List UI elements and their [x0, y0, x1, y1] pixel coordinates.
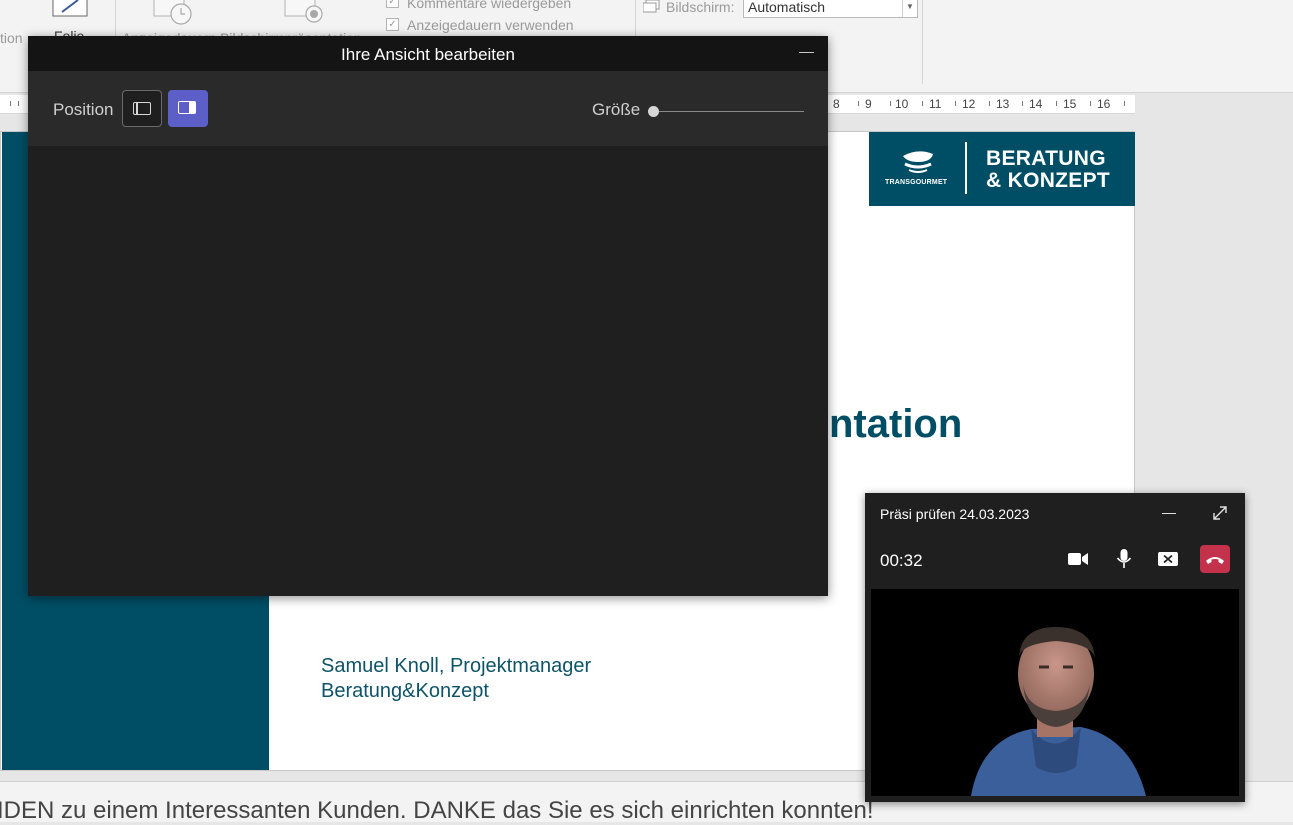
- ruler-tick: [1124, 101, 1125, 106]
- monitor-icon: [643, 0, 660, 13]
- expand-icon[interactable]: [1212, 505, 1228, 521]
- department-line: Beratung&Konzept: [321, 680, 489, 702]
- transgourmet-logo: TRANSGOURMET BERATUNG & KONZEPT: [869, 132, 1135, 206]
- ruler-label: 16: [1097, 97, 1111, 111]
- ruler-tick: [890, 101, 891, 106]
- stop-sharing-button[interactable]: [1153, 545, 1183, 573]
- ruler-label: 15: [1063, 97, 1077, 111]
- timings-checkbox[interactable]: ✓: [386, 18, 399, 31]
- participant-video-feed: [971, 627, 1146, 796]
- view-preview-area: [28, 146, 828, 596]
- size-slider-thumb[interactable]: [648, 106, 659, 117]
- screen-select-label: Bildschirm:: [666, 0, 735, 15]
- comments-checkbox-label: Kommentare wiedergeben: [407, 0, 572, 11]
- ruler-tick: [18, 101, 19, 106]
- dialog-titlebar[interactable]: Ihre Ansicht bearbeiten: [28, 36, 828, 71]
- chevron-down-icon[interactable]: ▼: [902, 0, 917, 17]
- position-left-button[interactable]: [122, 90, 162, 127]
- ruler-label: 12: [962, 97, 976, 111]
- ruler-label: 13: [996, 97, 1010, 111]
- ruler-label: 8: [833, 97, 840, 111]
- minimize-icon[interactable]: [1162, 513, 1176, 514]
- screen-select[interactable]: Automatisch ▼: [743, 0, 918, 18]
- minimize-icon[interactable]: [799, 52, 814, 53]
- camera-button[interactable]: [1063, 545, 1093, 573]
- ruler-tick: [989, 101, 990, 106]
- logo-brand-text: TRANSGOURMET: [885, 179, 948, 186]
- edit-view-dialog: Ihre Ansicht bearbeiten Position Größe: [28, 36, 828, 596]
- teams-call-window: Präsi prüfen 24.03.2023 00:32: [865, 493, 1245, 802]
- meeting-title: Präsi prüfen 24.03.2023: [880, 506, 1030, 522]
- dialog-title: Ihre Ansicht bearbeiten: [341, 45, 515, 64]
- rehearse-timings-icon[interactable]: [153, 0, 195, 26]
- layout-left-icon: [133, 102, 151, 115]
- ribbon-separator: [922, 0, 923, 84]
- layout-right-icon: [178, 101, 196, 114]
- layout-toolbar: Position Größe: [28, 71, 828, 146]
- presenter-line: Samuel Knoll, Projektmanager: [321, 655, 592, 677]
- call-timer: 00:32: [880, 551, 923, 570]
- size-label: Größe: [592, 100, 641, 119]
- ruler-tick: [1056, 101, 1057, 106]
- camera-icon: [1068, 553, 1088, 565]
- microphone-icon: [1116, 549, 1132, 568]
- slide-title: ntation: [829, 402, 963, 446]
- ruler-tick: [955, 101, 956, 106]
- slide-icon[interactable]: [52, 0, 88, 18]
- record-slideshow-icon[interactable]: [284, 0, 326, 26]
- position-right-button[interactable]: [168, 90, 208, 127]
- size-slider[interactable]: [648, 106, 804, 118]
- ruler-label: 14: [1029, 97, 1043, 111]
- stop-sharing-icon: [1158, 552, 1178, 566]
- logo-line1: BERATUNG: [986, 147, 1106, 170]
- ruler-label: 9: [865, 97, 872, 111]
- ruler-tick: [1090, 101, 1091, 106]
- ruler-label: 10: [895, 97, 909, 111]
- screen-select-value: Automatisch: [748, 0, 826, 15]
- ruler-label: 11: [929, 97, 942, 111]
- logo-line2: & KONZEPT: [986, 169, 1111, 192]
- participant-video: [871, 589, 1239, 796]
- ruler-tick: [10, 101, 11, 106]
- logo-divider: [965, 142, 967, 194]
- comments-checkbox[interactable]: ✓: [386, 0, 399, 8]
- ruler-tick: [1022, 101, 1023, 106]
- hang-up-button[interactable]: [1200, 545, 1230, 573]
- ruler-tick: [922, 101, 923, 106]
- position-label: Position: [53, 100, 114, 119]
- logo-emblem-icon: [903, 151, 933, 173]
- ribbon-cut-label: tion: [0, 30, 23, 46]
- hang-up-icon: [1206, 557, 1224, 564]
- ruler-tick: [858, 101, 859, 106]
- timings-checkbox-label: Anzeigedauern verwenden: [407, 17, 574, 33]
- microphone-button[interactable]: [1109, 545, 1139, 573]
- size-slider-track[interactable]: [648, 111, 804, 112]
